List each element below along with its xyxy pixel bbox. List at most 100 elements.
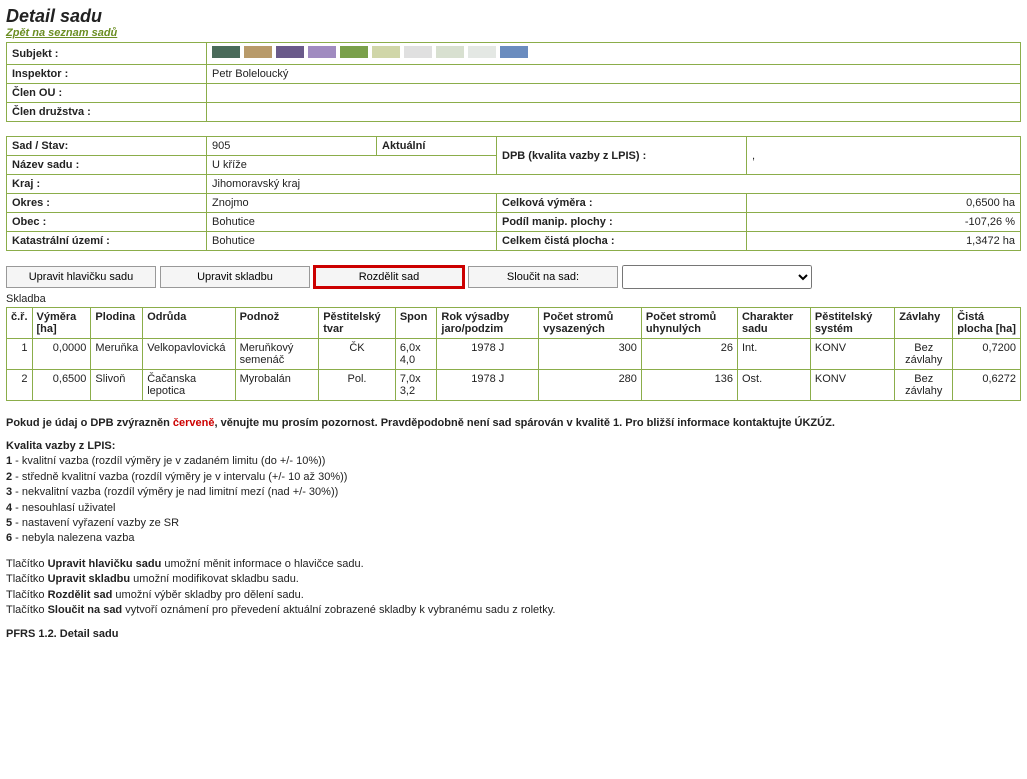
- table-cell: 2: [7, 370, 33, 401]
- table-cell: 300: [539, 339, 642, 370]
- dpb-note: Pokud je údaj o DPB zvýrazněn červeně, v…: [6, 417, 1021, 429]
- table-cell: Meruňkový semenáč: [235, 339, 319, 370]
- dpb-label: DPB (kvalita vazby z LPIS) :: [497, 137, 747, 175]
- inspektor-label: Inspektor :: [7, 65, 207, 84]
- column-header: Pěstitelský tvar: [319, 308, 396, 339]
- column-header: Čistá plocha [ha]: [953, 308, 1021, 339]
- column-header: Podnož: [235, 308, 319, 339]
- table-cell: Bez závlahy: [895, 339, 953, 370]
- celk-vymera-label: Celková výměra :: [497, 194, 747, 213]
- table-cell: 0,0000: [32, 339, 91, 370]
- inspektor-value: Petr Boleloucký: [207, 65, 1021, 84]
- merge-select[interactable]: [622, 265, 812, 289]
- obec-label: Obec :: [7, 213, 207, 232]
- nazev-label: Název sadu :: [7, 156, 207, 175]
- column-header: č.ř.: [7, 308, 33, 339]
- back-link[interactable]: Zpět na seznam sadů: [6, 27, 117, 39]
- color-swatch: [500, 46, 528, 58]
- kat-value: Bohutice: [207, 232, 497, 251]
- table-row[interactable]: 10,0000MeruňkaVelkopavlovickáMeruňkový s…: [7, 339, 1021, 370]
- legend-item: 5 - nastavení vyřazení vazby ze SR: [6, 516, 1021, 531]
- clen-druzstva-label: Člen družstva :: [7, 103, 207, 122]
- table-cell: 1: [7, 339, 33, 370]
- color-swatch: [276, 46, 304, 58]
- table-cell: 136: [641, 370, 737, 401]
- subjekt-label: Subjekt :: [7, 43, 207, 65]
- hint-line: Tlačítko Rozdělit sad umožní výběr sklad…: [6, 588, 1021, 603]
- page-title: Detail sadu: [6, 6, 1021, 27]
- color-swatch: [436, 46, 464, 58]
- table-cell: 0,6500: [32, 370, 91, 401]
- table-cell: 0,7200: [953, 339, 1021, 370]
- column-header: Pěstitelský systém: [810, 308, 894, 339]
- color-swatch: [308, 46, 336, 58]
- composition-table: č.ř.Výměra [ha]PlodinaOdrůdaPodnožPěstit…: [6, 307, 1021, 401]
- subject-table: Subjekt : Inspektor : Petr Boleloucký Čl…: [6, 42, 1021, 122]
- column-header: Plodina: [91, 308, 143, 339]
- table-cell: Int.: [737, 339, 810, 370]
- legend-item: 2 - středně kvalitní vazba (rozdíl výměr…: [6, 470, 1021, 485]
- table-row[interactable]: 20,6500SlivoňČačanska lepoticaMyrobalánP…: [7, 370, 1021, 401]
- color-swatch: [340, 46, 368, 58]
- legend: Kvalita vazby z LPIS: 1 - kvalitní vazba…: [6, 439, 1021, 547]
- legend-item: 3 - nekvalitní vazba (rozdíl výměry je n…: [6, 485, 1021, 500]
- table-cell: KONV: [810, 339, 894, 370]
- nazev-value: U kříže: [207, 156, 497, 175]
- obec-value: Bohutice: [207, 213, 497, 232]
- table-cell: 7,0x 3,2: [395, 370, 437, 401]
- color-swatch: [404, 46, 432, 58]
- table-cell: 0,6272: [953, 370, 1021, 401]
- sad-stav-value: 905: [207, 137, 377, 156]
- clen-ou-label: Člen OU :: [7, 84, 207, 103]
- okres-label: Okres :: [7, 194, 207, 213]
- table-cell: 1978 J: [437, 339, 539, 370]
- clen-druzstva-value: [207, 103, 1021, 122]
- manip-label: Podíl manip. plochy :: [497, 213, 747, 232]
- table-cell: Čačanska lepotica: [143, 370, 235, 401]
- kat-label: Katastrální území :: [7, 232, 207, 251]
- legend-item: 4 - nesouhlasí uživatel: [6, 501, 1021, 516]
- legend-item: 6 - nebyla nalezena vazba: [6, 531, 1021, 546]
- color-swatch: [212, 46, 240, 58]
- table-cell: 26: [641, 339, 737, 370]
- table-cell: Myrobalán: [235, 370, 319, 401]
- table-cell: 280: [539, 370, 642, 401]
- column-header: Rok výsadby jaro/podzim: [437, 308, 539, 339]
- caption: PFRS 1.2. Detail sadu: [6, 628, 1021, 640]
- okres-value: Znojmo: [207, 194, 497, 213]
- edit-header-button[interactable]: Upravit hlavičku sadu: [6, 266, 156, 288]
- hints: Tlačítko Upravit hlavičku sadu umožní mě…: [6, 557, 1021, 619]
- cista-label: Celkem čistá plocha :: [497, 232, 747, 251]
- table-cell: 1978 J: [437, 370, 539, 401]
- color-swatch: [244, 46, 272, 58]
- hint-line: Tlačítko Upravit skladbu umožní modifiko…: [6, 572, 1021, 587]
- column-header: Počet stromů uhynulých: [641, 308, 737, 339]
- detail-table: Sad / Stav: 905 Aktuální DPB (kvalita va…: [6, 136, 1021, 251]
- dpb-value: ,: [747, 137, 1021, 175]
- table-cell: Meruňka: [91, 339, 143, 370]
- kraj-value: Jihomoravský kraj: [207, 175, 1021, 194]
- clen-ou-value: [207, 84, 1021, 103]
- table-cell: Ost.: [737, 370, 810, 401]
- table-cell: Velkopavlovická: [143, 339, 235, 370]
- table-cell: ČK: [319, 339, 396, 370]
- sad-stav-label: Sad / Stav:: [7, 137, 207, 156]
- color-swatch: [372, 46, 400, 58]
- button-bar: Upravit hlavičku sadu Upravit skladbu Ro…: [6, 265, 1021, 289]
- column-header: Počet stromů vysazených: [539, 308, 642, 339]
- legend-item: 1 - kvalitní vazba (rozdíl výměry je v z…: [6, 454, 1021, 469]
- hint-line: Tlačítko Sloučit na sad vytvoří oznámení…: [6, 603, 1021, 618]
- color-swatch: [468, 46, 496, 58]
- column-header: Výměra [ha]: [32, 308, 91, 339]
- table-cell: 6,0x 4,0: [395, 339, 437, 370]
- edit-composition-button[interactable]: Upravit skladbu: [160, 266, 310, 288]
- table-cell: Bez závlahy: [895, 370, 953, 401]
- column-header: Závlahy: [895, 308, 953, 339]
- merge-button[interactable]: Sloučit na sad:: [468, 266, 618, 288]
- column-header: Odrůda: [143, 308, 235, 339]
- cista-value: 1,3472 ha: [747, 232, 1021, 251]
- table-cell: KONV: [810, 370, 894, 401]
- split-button[interactable]: Rozdělit sad: [314, 266, 464, 288]
- column-header: Spon: [395, 308, 437, 339]
- subjekt-value: [207, 43, 1021, 65]
